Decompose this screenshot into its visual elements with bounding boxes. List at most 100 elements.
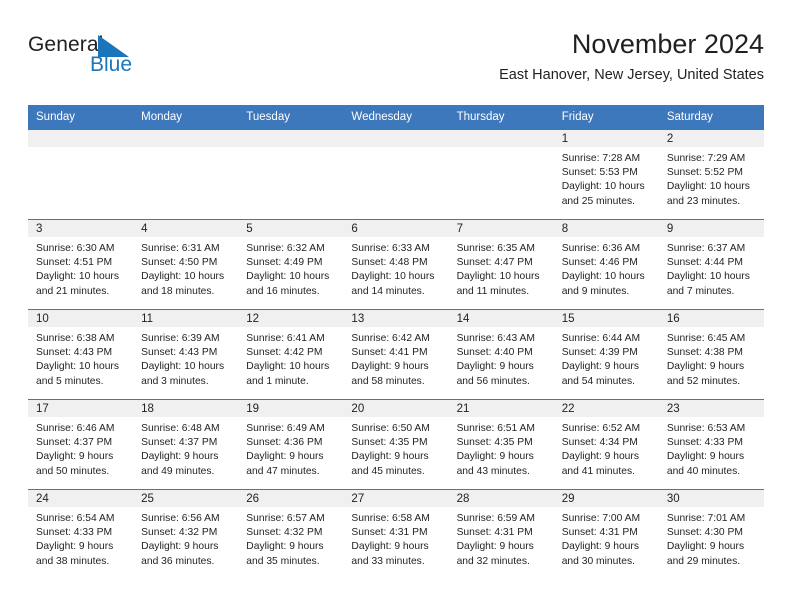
calendar-day-cell[interactable]: 15 Sunrise: 6:44 AM Sunset: 4:39 PM Dayligh…: [553, 309, 659, 400]
daylight-text-line1: Daylight: 9 hours: [246, 541, 324, 553]
daylight-text-line1: Daylight: 9 hours: [141, 451, 219, 463]
calendar-day-cell[interactable]: 16 Sunrise: 6:45 AM Sunset: 4:38 PM Dayligh…: [658, 309, 764, 400]
calendar-day-cell[interactable]: 9 Sunrise: 6:37 AM Sunset: 4:44 PM Daylight…: [658, 219, 764, 310]
day-detail: [133, 147, 238, 152]
calendar-day-cell[interactable]: 26 Sunrise: 6:57 AM Sunset: 4:32 PM Dayligh…: [238, 489, 344, 580]
sunrise-text: Sunrise: 6:51 AM: [456, 423, 535, 434]
daylight-text-line2: and 43 minutes.: [456, 465, 530, 477]
calendar-week-row: 24 Sunrise: 6:54 AM Sunset: 4:33 PM Dayligh…: [28, 489, 764, 580]
sunrise-text: Sunrise: 6:39 AM: [141, 333, 220, 344]
daylight-text-line2: and 16 minutes.: [246, 285, 320, 297]
sunrise-text: Sunrise: 6:38 AM: [36, 333, 115, 344]
daylight-text-line2: and 49 minutes.: [141, 465, 215, 477]
calendar-day-cell[interactable]: 1 Sunrise: 7:28 AM Sunset: 5:53 PM Daylight…: [553, 129, 659, 220]
calendar-day-cell[interactable]: 5 Sunrise: 6:32 AM Sunset: 4:49 PM Daylight…: [238, 219, 344, 310]
weekday-header-wednesday: Wednesday: [343, 105, 449, 130]
daylight-text-line2: and 38 minutes.: [36, 555, 110, 567]
sunset-text: Sunset: 4:50 PM: [141, 257, 218, 269]
calendar-day-cell[interactable]: 14 Sunrise: 6:43 AM Sunset: 4:40 PM Dayligh…: [448, 309, 554, 400]
day-number: 1: [553, 130, 659, 147]
sunset-text: Sunset: 4:35 PM: [456, 437, 533, 449]
day-detail: [238, 147, 343, 152]
day-number: 19: [238, 400, 344, 417]
daylight-text-line2: and 29 minutes.: [666, 555, 741, 567]
calendar-day-cell[interactable]: 3 Sunrise: 6:30 AM Sunset: 4:51 PM Daylight…: [28, 219, 134, 310]
day-number: 11: [133, 310, 239, 327]
calendar-day-cell-empty: [133, 129, 239, 220]
daylight-text-line2: and 36 minutes.: [141, 555, 215, 567]
calendar-day-cell[interactable]: 6 Sunrise: 6:33 AM Sunset: 4:48 PM Daylight…: [343, 219, 449, 310]
daylight-text-line1: Daylight: 10 hours: [561, 271, 645, 283]
daylight-text-line2: and 11 minutes.: [456, 285, 530, 297]
calendar-day-cell[interactable]: 30 Sunrise: 7:01 AM Sunset: 4:30 PM Dayligh…: [658, 489, 764, 580]
day-detail: Sunrise: 6:35 AM Sunset: 4:47 PM Daylight:…: [449, 237, 554, 299]
calendar-day-cell[interactable]: 11 Sunrise: 6:39 AM Sunset: 4:43 PM Dayligh…: [133, 309, 239, 400]
sunrise-text: Sunrise: 7:29 AM: [666, 153, 746, 164]
calendar-day-cell[interactable]: 18 Sunrise: 6:48 AM Sunset: 4:37 PM Dayligh…: [133, 399, 239, 490]
daylight-text-line1: Daylight: 9 hours: [666, 541, 745, 553]
day-number: 22: [553, 400, 659, 417]
day-number: 2: [658, 130, 764, 147]
sunset-text: Sunset: 4:51 PM: [36, 257, 113, 269]
daylight-text-line2: and 1 minute.: [246, 375, 309, 387]
calendar-day-cell[interactable]: 24 Sunrise: 6:54 AM Sunset: 4:33 PM Dayligh…: [28, 489, 134, 580]
day-detail: Sunrise: 6:59 AM Sunset: 4:31 PM Daylight:…: [449, 507, 554, 569]
calendar-day-cell[interactable]: 20 Sunrise: 6:50 AM Sunset: 4:35 PM Dayligh…: [343, 399, 449, 490]
weekday-header-saturday: Saturday: [658, 105, 764, 130]
day-detail: [343, 147, 448, 152]
brand-logo[interactable]: General Blue: [28, 33, 248, 91]
calendar-day-cell[interactable]: 27 Sunrise: 6:58 AM Sunset: 4:31 PM Dayligh…: [343, 489, 449, 580]
daylight-text-line1: Daylight: 10 hours: [141, 271, 225, 283]
calendar-day-cell[interactable]: 19 Sunrise: 6:49 AM Sunset: 4:36 PM Dayligh…: [238, 399, 344, 490]
sunset-text: Sunset: 4:34 PM: [561, 437, 638, 449]
daylight-text-line2: and 25 minutes.: [561, 195, 635, 207]
day-detail: Sunrise: 6:58 AM Sunset: 4:31 PM Daylight:…: [343, 507, 448, 569]
daylight-text-line2: and 50 minutes.: [36, 465, 110, 477]
calendar-day-cell[interactable]: 22 Sunrise: 6:52 AM Sunset: 4:34 PM Dayligh…: [553, 399, 659, 490]
calendar-day-cell[interactable]: 4 Sunrise: 6:31 AM Sunset: 4:50 PM Daylight…: [133, 219, 239, 310]
calendar-day-cell[interactable]: 10 Sunrise: 6:38 AM Sunset: 4:43 PM Dayligh…: [28, 309, 134, 400]
daylight-text-line1: Daylight: 9 hours: [141, 541, 219, 553]
calendar-day-cell[interactable]: 13 Sunrise: 6:42 AM Sunset: 4:41 PM Dayligh…: [343, 309, 449, 400]
sunset-text: Sunset: 4:31 PM: [456, 527, 533, 539]
sunrise-text: Sunrise: 6:30 AM: [36, 243, 115, 254]
day-detail: [28, 147, 133, 152]
day-number: [343, 130, 449, 147]
weekday-header-friday: Friday: [553, 105, 659, 130]
sunset-text: Sunset: 4:42 PM: [246, 347, 323, 359]
daylight-text-line1: Daylight: 10 hours: [141, 361, 225, 373]
daylight-text-line2: and 5 minutes.: [36, 375, 104, 387]
daylight-text-line2: and 40 minutes.: [666, 465, 741, 477]
sunset-text: Sunset: 4:33 PM: [36, 527, 113, 539]
day-number: [238, 130, 344, 147]
daylight-text-line2: and 41 minutes.: [561, 465, 635, 477]
sunrise-text: Sunrise: 6:37 AM: [666, 243, 746, 254]
day-number: 4: [133, 220, 239, 237]
daylight-text-line1: Daylight: 9 hours: [36, 451, 114, 463]
calendar-day-cell[interactable]: 23 Sunrise: 6:53 AM Sunset: 4:33 PM Dayligh…: [658, 399, 764, 490]
day-detail: Sunrise: 6:30 AM Sunset: 4:51 PM Daylight:…: [28, 237, 133, 299]
calendar-day-cell-empty: [343, 129, 449, 220]
daylight-text-line1: Daylight: 9 hours: [246, 451, 324, 463]
day-number: 13: [343, 310, 449, 327]
daylight-text-line2: and 33 minutes.: [351, 555, 425, 567]
day-detail: Sunrise: 6:53 AM Sunset: 4:33 PM Daylight:…: [659, 417, 764, 479]
calendar-day-cell[interactable]: 29 Sunrise: 7:00 AM Sunset: 4:31 PM Dayligh…: [553, 489, 659, 580]
day-detail: Sunrise: 6:36 AM Sunset: 4:46 PM Daylight:…: [554, 237, 659, 299]
calendar-day-cell[interactable]: 21 Sunrise: 6:51 AM Sunset: 4:35 PM Dayligh…: [448, 399, 554, 490]
daylight-text-line1: Daylight: 9 hours: [351, 361, 429, 373]
daylight-text-line1: Daylight: 10 hours: [246, 361, 330, 373]
calendar-day-cell[interactable]: 8 Sunrise: 6:36 AM Sunset: 4:46 PM Daylight…: [553, 219, 659, 310]
page-subtitle: East Hanover, New Jersey, United States: [499, 67, 764, 83]
day-detail: Sunrise: 7:00 AM Sunset: 4:31 PM Daylight:…: [554, 507, 659, 569]
day-number: 5: [238, 220, 344, 237]
calendar-day-cell[interactable]: 2 Sunrise: 7:29 AM Sunset: 5:52 PM Daylight…: [658, 129, 764, 220]
sunrise-text: Sunrise: 7:00 AM: [561, 513, 641, 524]
page-title: November 2024: [571, 29, 764, 59]
sunrise-text: Sunrise: 6:58 AM: [351, 513, 430, 524]
calendar-day-cell[interactable]: 17 Sunrise: 6:46 AM Sunset: 4:37 PM Dayligh…: [28, 399, 134, 490]
calendar-day-cell[interactable]: 28 Sunrise: 6:59 AM Sunset: 4:31 PM Dayligh…: [448, 489, 554, 580]
calendar-day-cell[interactable]: 25 Sunrise: 6:56 AM Sunset: 4:32 PM Dayligh…: [133, 489, 239, 580]
calendar-day-cell[interactable]: 7 Sunrise: 6:35 AM Sunset: 4:47 PM Daylight…: [448, 219, 554, 310]
calendar-day-cell[interactable]: 12 Sunrise: 6:41 AM Sunset: 4:42 PM Dayligh…: [238, 309, 344, 400]
